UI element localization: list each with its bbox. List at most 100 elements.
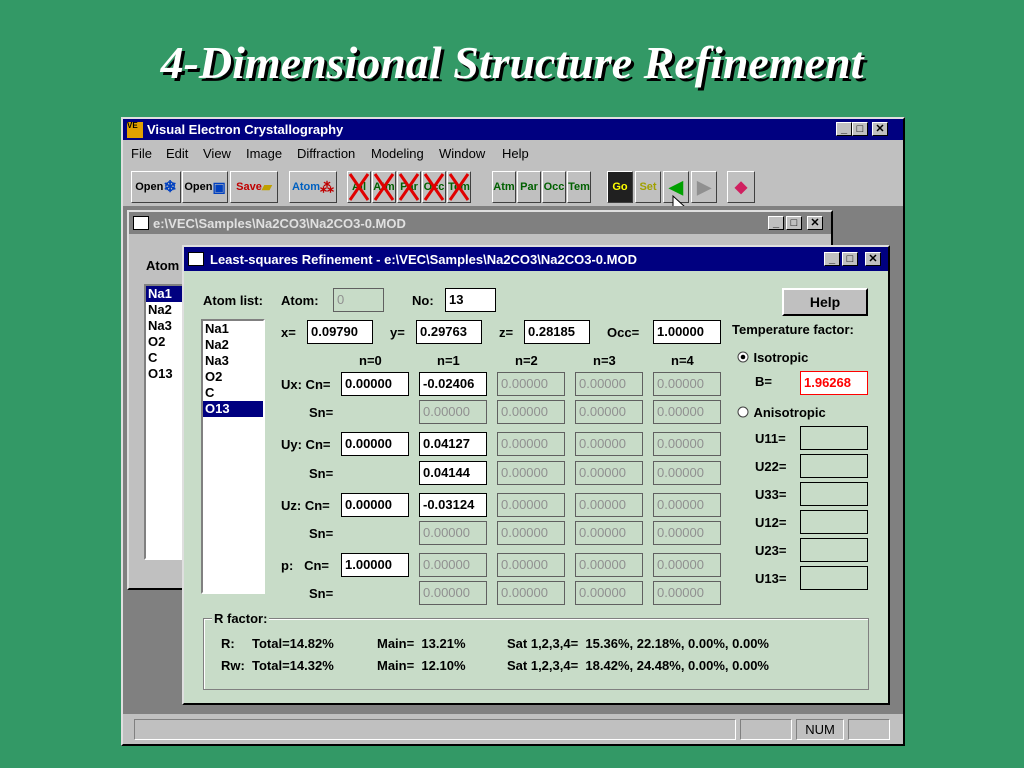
app-titlebar[interactable]: VE Visual Electron Crystallography [123,119,903,140]
coefficient-field[interactable]: 0.00000 [419,581,487,605]
coefficient-field[interactable]: 0.00000 [653,553,721,577]
app-icon[interactable]: VE [127,121,143,138]
coefficient-field[interactable]: 0.00000 [575,461,643,485]
coefficient-field[interactable]: 0.00000 [341,372,409,396]
menu-image[interactable]: Image [246,146,282,161]
set-button[interactable]: Set [635,171,661,203]
coefficient-field[interactable]: 0.00000 [653,521,721,545]
menu-help[interactable]: Help [502,146,529,161]
coefficient-field[interactable]: 0.00000 [341,493,409,517]
coefficient-field[interactable]: 0.00000 [575,581,643,605]
aniso-field[interactable] [800,482,868,506]
list-item[interactable]: Na1 [146,286,182,302]
coefficient-field[interactable]: 0.04144 [419,461,487,485]
coefficient-field[interactable]: 0.00000 [497,400,565,424]
menu-modeling[interactable]: Modeling [371,146,424,161]
doc-maximize-icon[interactable]: □ [786,216,802,230]
atom-label: Atom: [281,293,319,308]
doc-atom-list[interactable]: Na1 Na2 Na3 O2 C O13 [144,284,184,560]
aniso-field[interactable] [800,538,868,562]
list-item[interactable]: O2 [146,334,182,350]
maximize-icon[interactable]: □ [852,122,868,136]
list-item[interactable]: C [146,350,182,366]
coefficient-field[interactable]: 0.00000 [497,432,565,456]
aniso-field[interactable] [800,454,868,478]
list-item[interactable]: Na3 [146,318,182,334]
atom-list[interactable]: Na1 Na2 Na3 O2 C O13 [201,319,265,594]
coefficient-field[interactable]: 0.04127 [419,432,487,456]
book-button[interactable]: ◆ [727,171,755,203]
close-icon[interactable]: ✕ [872,122,888,136]
list-item[interactable]: O13 [146,366,182,382]
dialog-maximize-icon[interactable]: □ [842,252,858,266]
coefficient-field[interactable]: 0.00000 [575,400,643,424]
open-image-button[interactable]: Open ▣ [182,171,228,203]
menu-window[interactable]: Window [439,146,485,161]
aniso-field[interactable] [800,426,868,450]
coefficient-field[interactable]: 0.00000 [341,432,409,456]
coefficient-field[interactable]: 0.00000 [497,521,565,545]
b-field[interactable]: 1.96268 [800,371,868,395]
isotropic-radio[interactable]: Isotropic [737,349,808,367]
list-item[interactable]: O2 [203,369,263,385]
atm-button[interactable]: Atm [492,171,516,203]
list-item[interactable]: Na2 [146,302,182,318]
par-button[interactable]: Par [517,171,541,203]
coefficient-field[interactable]: 0.00000 [497,461,565,485]
coefficient-field[interactable]: 1.00000 [341,553,409,577]
menu-edit[interactable]: Edit [166,146,188,161]
coefficient-field[interactable]: 0.00000 [653,581,721,605]
coefficient-field[interactable]: 0.00000 [653,432,721,456]
menu-view[interactable]: View [203,146,231,161]
no-field[interactable]: 13 [445,288,496,312]
go-button[interactable]: Go [607,171,633,203]
dialog-titlebar[interactable]: Least-squares Refinement - e:\VEC\Sample… [184,247,888,271]
coefficient-field[interactable]: 0.00000 [497,493,565,517]
atom-button[interactable]: Atom ⁂ [289,171,337,203]
coefficient-field[interactable]: 0.00000 [497,581,565,605]
coefficient-field[interactable]: 0.00000 [575,553,643,577]
x-field[interactable]: 0.09790 [307,320,373,344]
aniso-field[interactable] [800,566,868,590]
minimize-icon[interactable]: _ [836,122,852,136]
open-model-button[interactable]: Open ❄ [131,171,181,203]
menu-file[interactable]: File [131,146,152,161]
dialog-minimize-icon[interactable]: _ [824,252,840,266]
coefficient-field[interactable]: 0.00000 [497,553,565,577]
list-item[interactable]: Na3 [203,353,263,369]
document-titlebar[interactable]: e:\VEC\Samples\Na2CO3\Na2CO3-0.MOD [129,212,831,234]
forward-arrow-button[interactable]: ▶ [691,171,717,203]
occ-button[interactable]: Occ [542,171,566,203]
save-button[interactable]: Save ▰ [230,171,278,203]
coefficient-field[interactable]: 0.00000 [575,493,643,517]
tem-button[interactable]: Tem [567,171,591,203]
help-button[interactable]: Help [782,288,868,316]
menu-diffraction[interactable]: Diffraction [297,146,355,161]
aniso-field[interactable] [800,510,868,534]
y-field[interactable]: 0.29763 [416,320,482,344]
coefficient-field[interactable]: 0.00000 [653,372,721,396]
coefficient-field[interactable]: -0.02406 [419,372,487,396]
coefficient-field[interactable]: 0.00000 [575,521,643,545]
coefficient-field[interactable]: -0.03124 [419,493,487,517]
coefficient-field[interactable]: 0.00000 [653,493,721,517]
z-field[interactable]: 0.28185 [524,320,590,344]
list-item-selected[interactable]: O13 [203,401,263,417]
coefficient-field[interactable]: 0.00000 [575,432,643,456]
occ-field[interactable]: 1.00000 [653,320,721,344]
anisotropic-radio[interactable]: Anisotropic [737,404,826,422]
atom-field[interactable]: 0 [333,288,384,312]
doc-minimize-icon[interactable]: _ [768,216,784,230]
coefficient-field[interactable]: 0.00000 [419,521,487,545]
coefficient-field[interactable]: 0.00000 [653,461,721,485]
coefficient-field[interactable]: 0.00000 [497,372,565,396]
list-item[interactable]: Na2 [203,337,263,353]
list-item[interactable]: Na1 [203,321,263,337]
dialog-close-icon[interactable]: ✕ [865,252,881,266]
coefficient-field[interactable]: 0.00000 [419,400,487,424]
doc-close-icon[interactable]: ✕ [807,216,823,230]
list-item[interactable]: C [203,385,263,401]
coefficient-field[interactable]: 0.00000 [653,400,721,424]
coefficient-field[interactable]: 0.00000 [419,553,487,577]
coefficient-field[interactable]: 0.00000 [575,372,643,396]
